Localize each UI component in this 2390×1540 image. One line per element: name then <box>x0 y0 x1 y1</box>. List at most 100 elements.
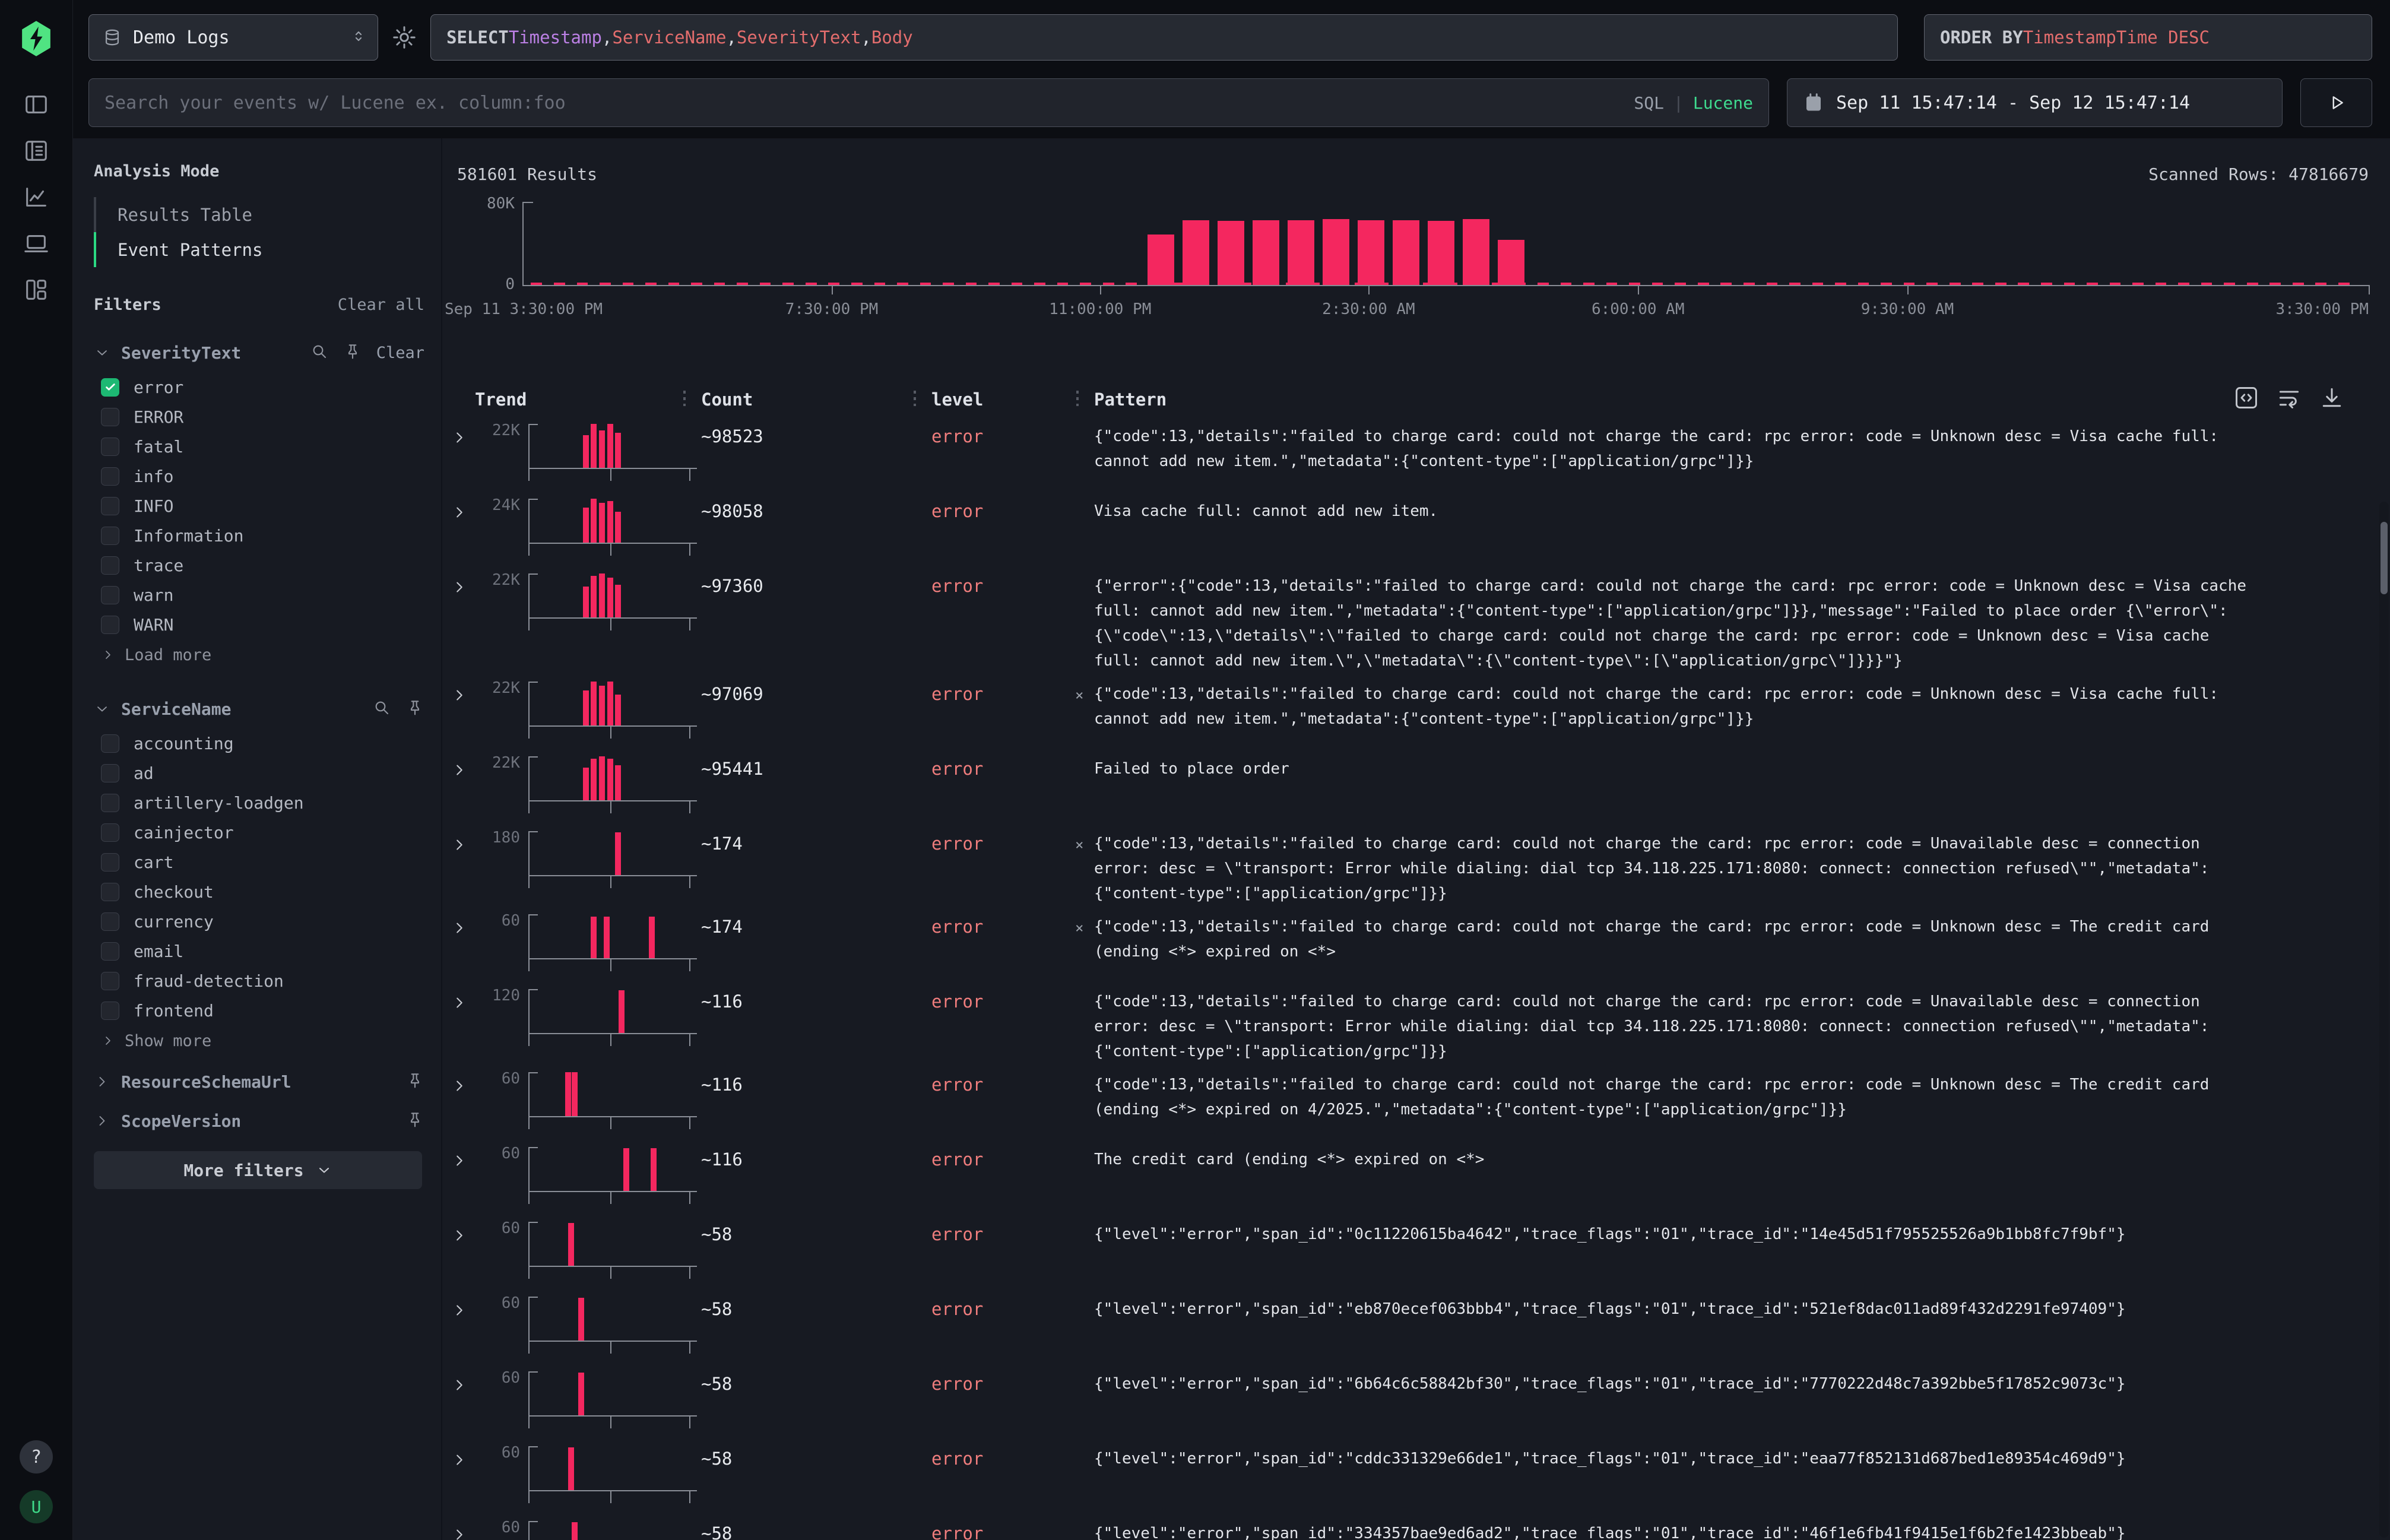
toggle-lucene[interactable]: Lucene <box>1693 93 1753 113</box>
pin-icon[interactable] <box>405 1071 424 1092</box>
pattern-row[interactable]: 60~58error{"level":"error","span_id":"cd… <box>448 1438 2345 1513</box>
checkbox-unchecked[interactable] <box>101 883 119 901</box>
expand-row-icon[interactable] <box>448 989 475 1014</box>
checkbox-unchecked[interactable] <box>101 616 119 634</box>
column-header-trend[interactable]: Trend <box>475 389 701 410</box>
pattern-row[interactable]: 120~116error{"code":13,"details":"failed… <box>448 981 2345 1064</box>
histogram-bar[interactable] <box>1323 219 1349 285</box>
filter-option-currency[interactable]: currency <box>94 907 429 936</box>
line-chart-icon[interactable] <box>20 180 53 214</box>
source-select[interactable]: Demo Logs <box>88 14 378 61</box>
filter-option-info[interactable]: info <box>94 461 429 491</box>
filter-option-error[interactable]: error <box>94 372 429 402</box>
checkbox-unchecked[interactable] <box>101 1002 119 1020</box>
filter-option-error[interactable]: ERROR <box>94 402 429 432</box>
histogram-plot[interactable]: Sep 11 3:30:00 PM7:30:00 PM11:00:00 PM2:… <box>522 202 2369 285</box>
download-icon[interactable] <box>2319 385 2345 415</box>
filter-option-cart[interactable]: cart <box>94 847 429 877</box>
pin-icon[interactable] <box>343 342 362 363</box>
checkbox-unchecked[interactable] <box>101 764 119 782</box>
checkbox-unchecked[interactable] <box>101 823 119 842</box>
histogram-bar[interactable] <box>1428 221 1454 285</box>
checkbox-unchecked[interactable] <box>101 942 119 961</box>
filter-option-fraud-detection[interactable]: fraud-detection <box>94 966 429 996</box>
histogram-bar[interactable] <box>1288 220 1314 285</box>
expand-row-icon[interactable] <box>448 756 475 781</box>
expand-row-icon[interactable] <box>448 1072 475 1097</box>
scrollbar-thumb[interactable] <box>2381 522 2388 594</box>
analysis-mode-results-table[interactable]: Results Table <box>94 197 429 232</box>
pattern-row[interactable]: 22K~98523error{"code":13,"details":"fail… <box>448 416 2345 490</box>
filter-group-header[interactable]: ScopeVersion <box>94 1107 429 1135</box>
checkbox-unchecked[interactable] <box>101 912 119 931</box>
analysis-mode-event-patterns[interactable]: Event Patterns <box>94 232 429 267</box>
filter-option-ad[interactable]: ad <box>94 758 429 788</box>
filter-option-information[interactable]: Information <box>94 521 429 550</box>
results-histogram[interactable]: 80K 0 Sep 11 3:30:00 PM7:30:00 PM11:00:0… <box>448 202 2369 327</box>
histogram-bar[interactable] <box>1498 240 1524 285</box>
expand-row-icon[interactable] <box>448 573 475 598</box>
search-icon[interactable] <box>372 698 391 720</box>
checkbox-unchecked[interactable] <box>101 794 119 812</box>
clear-all-button[interactable]: Clear all <box>338 296 424 314</box>
checkbox-unchecked[interactable] <box>101 408 119 426</box>
filter-option-warn[interactable]: WARN <box>94 610 429 639</box>
pattern-row[interactable]: 60~174error×{"code":13,"details":"failed… <box>448 906 2345 981</box>
pattern-row[interactable]: 60~58error{"level":"error","span_id":"eb… <box>448 1288 2345 1363</box>
pin-icon[interactable] <box>405 698 424 720</box>
histogram-bar[interactable] <box>1183 220 1209 285</box>
dashboard-icon[interactable] <box>20 273 53 306</box>
search-input[interactable]: Search your events w/ Lucene ex. column:… <box>88 78 1769 127</box>
laptop-icon[interactable] <box>20 227 53 260</box>
expand-row-icon[interactable] <box>448 1446 475 1471</box>
checkbox-unchecked[interactable] <box>101 556 119 575</box>
filter-option-checkout[interactable]: checkout <box>94 877 429 907</box>
expand-row-icon[interactable] <box>448 1222 475 1247</box>
histogram-bar[interactable] <box>1218 221 1244 285</box>
clear-filter-button[interactable]: Clear <box>376 344 424 362</box>
expand-row-icon[interactable] <box>448 914 475 939</box>
checkbox-unchecked[interactable] <box>101 734 119 753</box>
expand-row-icon[interactable] <box>448 1147 475 1172</box>
histogram-bar[interactable] <box>1148 235 1174 285</box>
checkbox-unchecked[interactable] <box>101 497 119 515</box>
run-query-button[interactable] <box>2300 78 2372 127</box>
column-header-pattern[interactable]: Pattern <box>1094 389 1167 410</box>
filter-option-warn[interactable]: warn <box>94 580 429 610</box>
pattern-row[interactable]: 60~116error{"code":13,"details":"failed … <box>448 1064 2345 1139</box>
time-range-picker[interactable]: Sep 11 15:47:14 - Sep 12 15:47:14 <box>1787 78 2283 127</box>
histogram-bar[interactable] <box>1463 219 1489 285</box>
pattern-row[interactable]: 60~58error{"level":"error","span_id":"6b… <box>448 1363 2345 1438</box>
query-language-toggle[interactable]: SQL | Lucene <box>1634 93 1753 113</box>
pattern-row[interactable]: 60~116errorThe credit card (ending <*> e… <box>448 1139 2345 1213</box>
checkbox-unchecked[interactable] <box>101 853 119 872</box>
filter-option-fatal[interactable]: fatal <box>94 432 429 461</box>
pattern-row[interactable]: 60~58error{"level":"error","span_id":"33… <box>448 1513 2345 1540</box>
column-header-count[interactable]: Count <box>701 389 931 410</box>
expand-row-icon[interactable] <box>448 424 475 449</box>
filter-option-accounting[interactable]: accounting <box>94 728 429 758</box>
filter-group-header[interactable]: SeverityTextClear <box>94 339 429 366</box>
hyperdx-bolt-logo[interactable] <box>19 20 53 57</box>
checkbox-unchecked[interactable] <box>101 527 119 545</box>
sql-select-input[interactable]: SELECT Timestamp, ServiceName, SeverityT… <box>430 14 1898 61</box>
histogram-bar[interactable] <box>1253 220 1279 285</box>
expand-row-icon[interactable] <box>448 1297 475 1322</box>
histogram-bar[interactable] <box>1393 220 1419 285</box>
expand-row-icon[interactable] <box>448 499 475 524</box>
checkbox-checked[interactable] <box>101 378 119 397</box>
checkbox-unchecked[interactable] <box>101 438 119 456</box>
expand-row-icon[interactable] <box>448 831 475 856</box>
pattern-row[interactable]: 60~58error{"level":"error","span_id":"0c… <box>448 1213 2345 1288</box>
filter-option-email[interactable]: email <box>94 936 429 966</box>
more-filters-button[interactable]: More filters <box>94 1151 422 1189</box>
wrap-text-icon[interactable] <box>2276 385 2302 415</box>
pattern-row[interactable]: 24K~98058errorVisa cache full: cannot ad… <box>448 490 2345 565</box>
help-button[interactable]: ? <box>20 1440 53 1474</box>
checkbox-unchecked[interactable] <box>101 586 119 604</box>
filter-option-cainjector[interactable]: cainjector <box>94 817 429 847</box>
toggle-sql[interactable]: SQL <box>1634 93 1664 113</box>
search-icon[interactable] <box>310 342 329 363</box>
checkbox-unchecked[interactable] <box>101 467 119 486</box>
order-by-input[interactable]: ORDER BY TimestampTime DESC <box>1924 14 2372 61</box>
